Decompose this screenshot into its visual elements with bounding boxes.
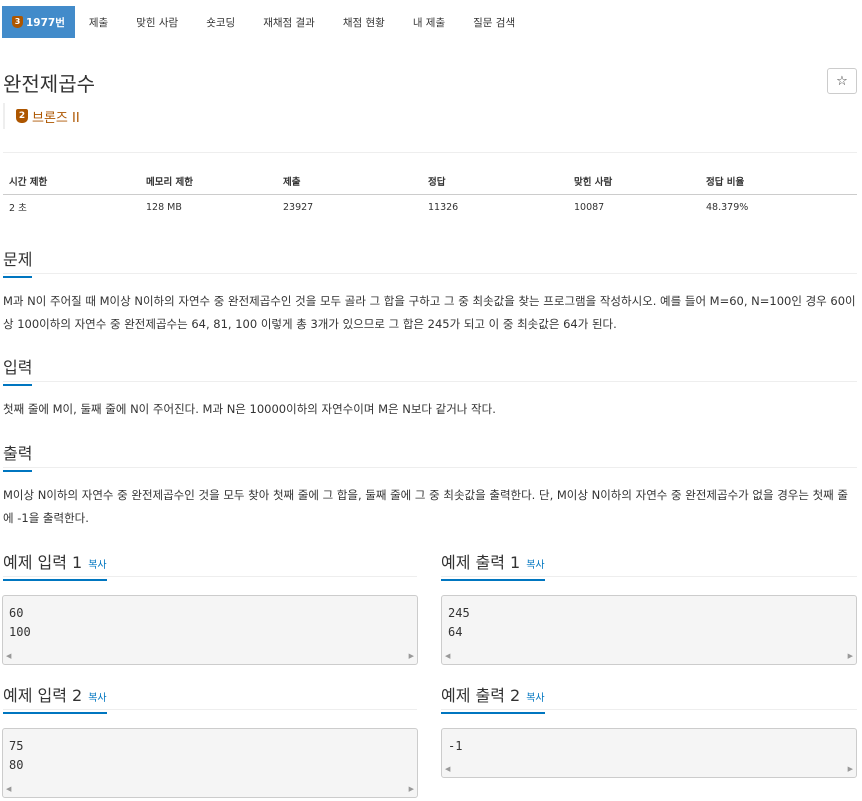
scroll-right-icon[interactable]: ▶ <box>409 652 414 660</box>
heading-underline <box>441 712 545 714</box>
column-header: 맞힌 사람 <box>568 168 700 195</box>
bronze-medal-icon: 3 <box>12 16 23 28</box>
divider <box>3 152 857 153</box>
column-header: 정답 <box>422 168 568 195</box>
copy-button[interactable]: 복사 <box>88 560 106 571</box>
column-header: 메모리 제한 <box>140 168 277 195</box>
output-heading: 출력 <box>3 440 33 472</box>
tab-question-search[interactable]: 질문 검색 <box>459 6 529 38</box>
problem-heading: 문제 <box>3 246 33 278</box>
tab-solved-users[interactable]: 맞힌 사람 <box>122 6 192 38</box>
input-heading: 입력 <box>3 354 33 386</box>
sample-output-1-text: 245 64 <box>448 606 470 639</box>
heading-underline <box>3 470 33 472</box>
heading-underline <box>3 276 33 278</box>
sample-input-2-box[interactable]: 75 80 ◀ ▶ <box>2 728 418 798</box>
table-header-row: 시간 제한 메모리 제한 제출 정답 맞힌 사람 정답 비율 <box>3 168 857 195</box>
scroll-left-icon[interactable]: ◀ <box>445 765 450 773</box>
column-header: 시간 제한 <box>3 168 140 195</box>
heading-text: 출력 <box>3 444 33 463</box>
sample-input-2-text: 75 80 <box>9 739 24 772</box>
horizontal-scrollbar[interactable]: ◀ ▶ <box>442 761 856 777</box>
table-cell: 48.379% <box>706 201 749 213</box>
heading-text: 예제 출력 2 <box>441 686 521 705</box>
copy-button[interactable]: 복사 <box>526 693 544 704</box>
horizontal-scrollbar[interactable]: ◀ ▶ <box>442 648 856 664</box>
star-button[interactable]: ☆ <box>827 68 857 94</box>
heading-underline <box>3 384 33 386</box>
tab-problem-number[interactable]: 3 1977번 <box>2 6 75 38</box>
scroll-right-icon[interactable]: ▶ <box>848 765 853 773</box>
section-divider <box>3 576 417 577</box>
table-cell: 11326 <box>428 201 459 213</box>
tab-short-coding[interactable]: 숏코딩 <box>192 6 249 38</box>
heading-underline <box>3 712 107 714</box>
section-divider <box>3 709 417 710</box>
tier-badge[interactable]: 2 브론즈 II <box>3 103 80 129</box>
sample-input-1-heading: 예제 입력 1 복사 <box>3 549 107 581</box>
copy-button[interactable]: 복사 <box>88 693 106 704</box>
problem-info-table: 시간 제한 메모리 제한 제출 정답 맞힌 사람 정답 비율 2 초 128 M… <box>3 168 857 220</box>
table-cell: 2 초 <box>9 203 27 215</box>
column-header: 정답 비율 <box>700 168 857 195</box>
section-divider <box>3 273 857 274</box>
scroll-left-icon[interactable]: ◀ <box>445 652 450 660</box>
tab-label: 1977번 <box>26 16 65 29</box>
table-cell: 23927 <box>283 201 314 213</box>
scroll-right-icon[interactable]: ▶ <box>848 652 853 660</box>
heading-text: 예제 입력 1 <box>3 553 83 572</box>
sample-input-1-box[interactable]: 60 100 ◀ ▶ <box>2 595 418 665</box>
tab-my-submissions[interactable]: 내 제출 <box>399 6 459 38</box>
section-divider <box>3 467 857 468</box>
page-title: 완전제곱수 <box>3 72 95 96</box>
section-divider <box>441 576 857 577</box>
output-description: M이상 N이하의 자연수 중 완전제곱수인 것을 모두 찾아 첫째 줄에 그 합… <box>3 488 848 525</box>
tier-label: 브론즈 II <box>32 110 80 126</box>
horizontal-scrollbar[interactable]: ◀ ▶ <box>3 781 417 797</box>
table-row: 2 초 128 MB 23927 11326 10087 48.379% <box>3 194 857 220</box>
scroll-right-icon[interactable]: ▶ <box>409 785 414 793</box>
input-description: 첫째 줄에 M이, 둘째 줄에 N이 주어진다. M과 N은 10000이하의 … <box>3 402 496 416</box>
heading-text: 문제 <box>3 250 33 269</box>
heading-text: 예제 입력 2 <box>3 686 83 705</box>
sample-output-2-box[interactable]: -1 ◀ ▶ <box>441 728 857 778</box>
heading-underline <box>3 579 107 581</box>
sample-input-1-text: 60 100 <box>9 606 31 639</box>
problem-nav: 3 1977번 제출 맞힌 사람 숏코딩 재채점 결과 채점 현황 내 제출 질… <box>2 6 529 38</box>
copy-button[interactable]: 복사 <box>526 560 544 571</box>
sample-output-1-heading: 예제 출력 1 복사 <box>441 549 545 581</box>
sample-output-2-heading: 예제 출력 2 복사 <box>441 682 545 714</box>
column-header: 제출 <box>277 168 422 195</box>
sample-output-1-box[interactable]: 245 64 ◀ ▶ <box>441 595 857 665</box>
heading-text: 예제 출력 1 <box>441 553 521 572</box>
tab-rejudge-results[interactable]: 재채점 결과 <box>249 6 329 38</box>
sample-input-2-heading: 예제 입력 2 복사 <box>3 682 107 714</box>
scroll-left-icon[interactable]: ◀ <box>6 652 11 660</box>
tab-judge-status[interactable]: 채점 현황 <box>329 6 399 38</box>
scroll-left-icon[interactable]: ◀ <box>6 785 11 793</box>
sample-output-2-text: -1 <box>448 739 463 753</box>
table-cell: 10087 <box>574 201 605 213</box>
problem-description: M과 N이 주어질 때 M이상 N이하의 자연수 중 완전제곱수인 것을 모두 … <box>3 294 856 331</box>
star-icon: ☆ <box>836 73 848 89</box>
horizontal-scrollbar[interactable]: ◀ ▶ <box>3 648 417 664</box>
heading-underline <box>441 579 545 581</box>
tab-submit[interactable]: 제출 <box>75 6 122 38</box>
table-cell: 128 MB <box>146 201 182 213</box>
section-divider <box>3 381 857 382</box>
section-divider <box>441 709 857 710</box>
bronze-tier-icon: 2 <box>16 109 28 123</box>
heading-text: 입력 <box>3 358 33 377</box>
